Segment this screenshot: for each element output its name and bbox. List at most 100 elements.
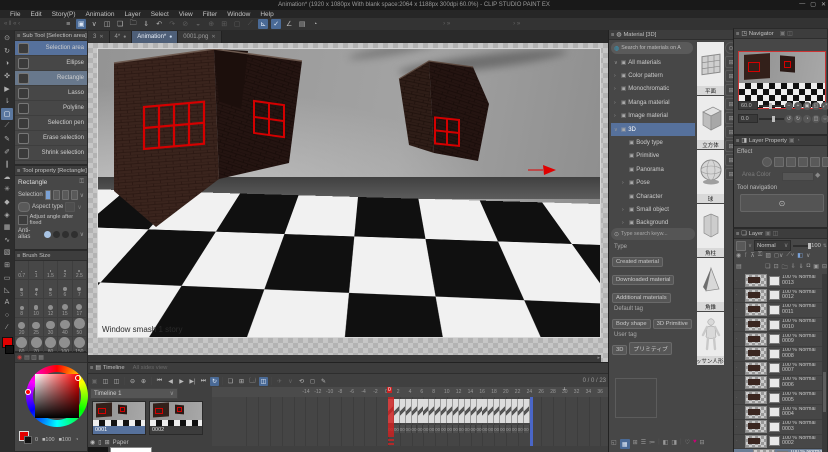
rotate-slider[interactable] bbox=[759, 118, 784, 120]
pen-mark-icon[interactable]: ✎ bbox=[319, 377, 328, 386]
material-header[interactable]: ≡ ◍ Material [3D] bbox=[609, 30, 733, 40]
selection-tool-icon[interactable]: ▢ bbox=[1, 108, 13, 121]
snap-ruler-icon[interactable]: ⟋ bbox=[245, 19, 255, 29]
clip-icon[interactable]: ⊺ bbox=[744, 252, 747, 259]
adjust-angle-checkbox[interactable] bbox=[18, 215, 28, 225]
tree-arrow-icon[interactable]: › bbox=[622, 180, 627, 186]
canvas-tab-0001png[interactable]: 0001.png✕ bbox=[178, 31, 221, 43]
quicknav-tab-icon[interactable]: ◫ bbox=[787, 31, 792, 37]
brush-size-cell[interactable]: 30 bbox=[44, 318, 58, 337]
antialias-none-icon[interactable] bbox=[44, 231, 51, 238]
layer-panel-header[interactable]: ≡ ❏ Layer ▣ ◫ bbox=[734, 229, 827, 239]
canvas-viewport[interactable]: Window smash 1 story ∨ ▸ bbox=[88, 43, 608, 362]
brush-size-cell[interactable]: 40 bbox=[58, 318, 72, 337]
fill-tool-icon[interactable]: ◈ bbox=[1, 208, 13, 221]
selection-multiply-icon[interactable] bbox=[71, 190, 78, 200]
fit-screen-icon[interactable]: ◱ bbox=[812, 102, 820, 110]
material-search-box[interactable]: ◍ Search for materials on A bbox=[611, 42, 693, 54]
delete-icon[interactable]: ⊟ bbox=[700, 439, 705, 449]
eye-icon[interactable]: ◉ bbox=[90, 439, 95, 446]
settings-icon[interactable]: ◔ bbox=[310, 19, 320, 29]
airbrush-tool-icon[interactable]: ☁ bbox=[1, 171, 13, 184]
eraser-tool-icon[interactable]: ⟋ bbox=[1, 120, 13, 133]
layer-row-0005[interactable]: ·100 % Normal0005 bbox=[734, 391, 823, 406]
play-icon[interactable]: ▶ bbox=[177, 377, 186, 386]
effect-tone-icon[interactable] bbox=[786, 157, 796, 167]
material-tree-panorama[interactable]: ▣Panorama bbox=[611, 163, 695, 176]
layer-row-0013[interactable]: ·100 % Normal0013 bbox=[734, 274, 823, 289]
go-end-icon[interactable]: ⏭ bbox=[199, 377, 208, 386]
material-item-cube[interactable]: 立方体 bbox=[697, 96, 724, 149]
layer-eye-icon[interactable]: · bbox=[736, 395, 743, 401]
antialias-weak-icon[interactable] bbox=[53, 231, 60, 238]
tag-downloaded-material[interactable]: Downloaded material bbox=[612, 275, 674, 285]
canvas-tab-4[interactable]: 4*● bbox=[110, 31, 133, 43]
material-item-sphere[interactable]: 球 bbox=[697, 150, 724, 203]
zoom-out-icon[interactable]: − bbox=[785, 102, 793, 110]
new-document-icon[interactable]: ❏ bbox=[115, 19, 125, 29]
effect-border-icon[interactable] bbox=[762, 157, 772, 167]
brush-size-cell[interactable]: 3 bbox=[15, 280, 29, 299]
ghost-tab-icon[interactable]: ▣ bbox=[789, 138, 794, 144]
minimize-icon[interactable]: — bbox=[799, 1, 805, 8]
brush-size-cell[interactable]: 10 bbox=[29, 299, 43, 318]
camera-path-cursor[interactable] bbox=[528, 165, 556, 175]
hue-cursor[interactable] bbox=[25, 389, 31, 395]
next-frame-icon[interactable]: ▶| bbox=[188, 377, 197, 386]
pin-icon[interactable]: ◉ bbox=[736, 252, 741, 259]
brush-size-cell[interactable]: 4 bbox=[29, 280, 43, 299]
navigator-header[interactable]: ≡ ◳ Navigator ▣ ◫ bbox=[734, 29, 827, 39]
panel-menu-icon[interactable]: ≡ bbox=[736, 31, 739, 37]
flip-reset-icon[interactable]: ⇔ bbox=[821, 115, 828, 123]
brush-size-cell[interactable]: 2 bbox=[58, 261, 72, 280]
tree-arrow-icon[interactable]: ∨ bbox=[614, 60, 619, 66]
chevron-down-icon[interactable]: ∨ bbox=[80, 192, 84, 199]
frame-border-tool-icon[interactable]: ⊞ bbox=[1, 259, 13, 272]
brush-size-cell[interactable]: 1 bbox=[29, 261, 43, 280]
delete-layer-icon[interactable]: ⊟ bbox=[822, 263, 827, 273]
layer-eye-icon[interactable]: · bbox=[736, 292, 743, 298]
close-icon[interactable]: ✕ bbox=[821, 1, 826, 8]
tree-arrow-icon[interactable]: ∨ bbox=[614, 127, 619, 133]
material-item-prism[interactable]: 角柱 bbox=[697, 204, 724, 257]
gradient-tool-icon[interactable]: ▧ bbox=[1, 246, 13, 259]
layer-row-0003[interactable]: ·100 % Normal0003 bbox=[734, 420, 823, 435]
tag-created-material[interactable]: Created material bbox=[612, 257, 663, 267]
layer-scrollbar[interactable] bbox=[822, 274, 827, 452]
playhead-flag[interactable]: 0 bbox=[387, 387, 392, 393]
color-tab-icons[interactable]: ▤ ▥ ▦ bbox=[24, 355, 44, 361]
tree-arrow-icon[interactable]: › bbox=[622, 220, 627, 226]
ghost-tab[interactable]: All sides view bbox=[133, 365, 168, 371]
brush-size-cell[interactable]: 2.5 bbox=[73, 261, 87, 280]
material-tree-small-object[interactable]: ›▣Small object bbox=[611, 203, 695, 216]
layer-row-0008[interactable]: ·100 % Normal0008 bbox=[734, 347, 823, 362]
sv-cursor[interactable] bbox=[75, 375, 81, 381]
snap-special-ruler-icon[interactable]: ✓ bbox=[271, 19, 281, 29]
new-cel-icon[interactable]: ❏ bbox=[226, 377, 235, 386]
subtool-item-erase-selection[interactable]: Erase selection bbox=[15, 131, 87, 146]
layer-row-0004[interactable]: ·100 % Normal0004 bbox=[734, 405, 823, 420]
layer-row-0002[interactable]: ·100 % Normal0002 bbox=[734, 435, 823, 450]
workspace-arrows[interactable]: « ‖ « ‹ bbox=[4, 21, 20, 27]
layer-eye-icon[interactable]: · bbox=[736, 351, 743, 357]
material-tree-pose[interactable]: ›▣Pose bbox=[611, 177, 695, 190]
ruler-icon[interactable]: ⟋∨ bbox=[786, 252, 794, 259]
thumbnail-large-icon[interactable]: ⊞ bbox=[633, 439, 638, 449]
color-settings-icon[interactable]: ◔ bbox=[75, 437, 78, 443]
merge-icon[interactable]: ⇓ bbox=[799, 263, 804, 273]
keyword-search-box[interactable]: ⊙ Type search keyw... bbox=[611, 228, 695, 240]
liquify-tool-icon[interactable]: ∿ bbox=[1, 234, 13, 247]
loop-icon[interactable]: ↻ bbox=[210, 377, 219, 386]
menu-window[interactable]: Window bbox=[227, 11, 250, 18]
fit-window-icon[interactable]: ⤢ bbox=[821, 102, 828, 110]
snap-to-ruler-icon[interactable]: ⊾ bbox=[258, 19, 268, 29]
eyedropper-tool-icon[interactable]: ⇂ bbox=[1, 95, 13, 108]
timeline-tracks[interactable]: 0000000000000000000000000000000000000000… bbox=[212, 397, 608, 446]
tool-navigation-button[interactable]: ⊙ bbox=[740, 194, 824, 212]
tree-arrow-icon[interactable]: › bbox=[622, 207, 627, 213]
material-tree-image-material[interactable]: ›▣Image material bbox=[611, 110, 695, 123]
antialias-middle-icon[interactable] bbox=[62, 231, 69, 238]
menu-storyp[interactable]: Story(P) bbox=[52, 11, 76, 18]
rotate-canvas-tool-icon[interactable]: ↻ bbox=[1, 45, 13, 58]
subtool-item-ellipse[interactable]: Ellipse bbox=[15, 56, 87, 71]
